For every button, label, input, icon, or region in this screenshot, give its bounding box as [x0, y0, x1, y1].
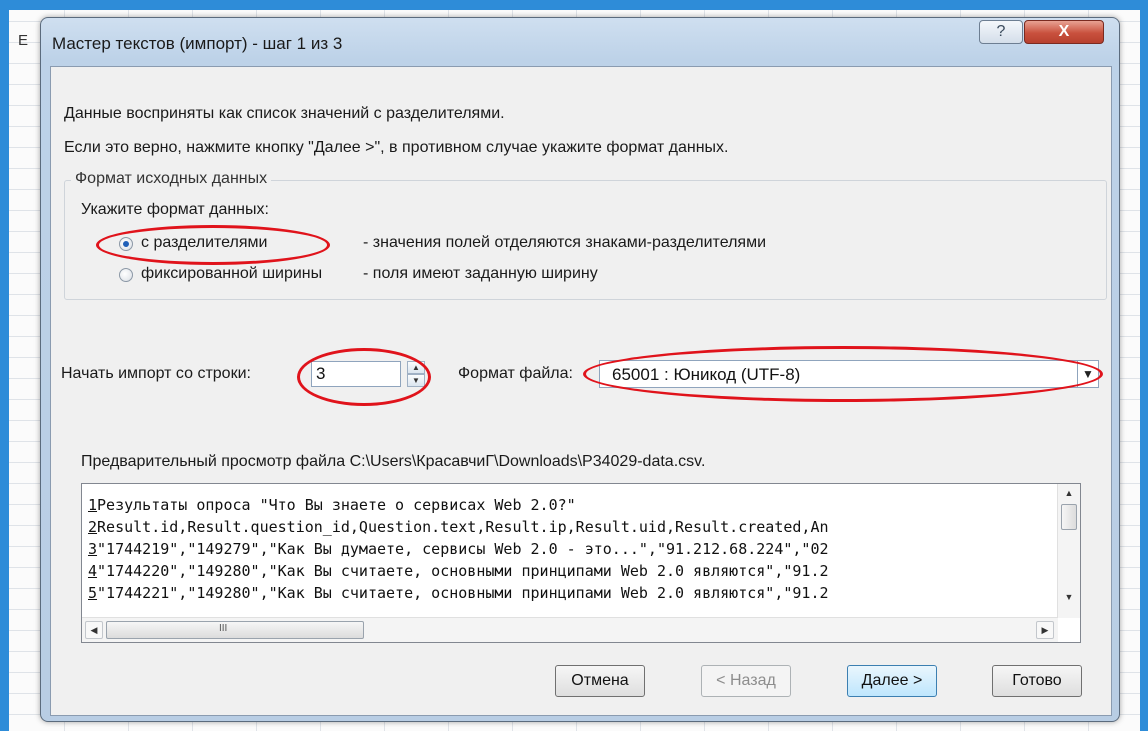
finish-button[interactable]: Готово — [992, 665, 1082, 697]
close-icon: X — [1058, 23, 1070, 40]
intro-line-2: Если это верно, нажмите кнопку "Далее >"… — [64, 139, 729, 156]
help-icon: ? — [996, 23, 1006, 40]
text-import-wizard-dialog: Мастер текстов (импорт) - шаг 1 из 3 ? X… — [40, 17, 1120, 722]
cancel-button[interactable]: Отмена — [555, 665, 645, 697]
title-bar[interactable]: Мастер текстов (импорт) - шаг 1 из 3 ? X — [41, 18, 1119, 66]
preview-line: 1Результаты опроса "Что Вы знаете о серв… — [88, 494, 1056, 516]
start-row-label: Начать импорт со строки: — [61, 365, 251, 382]
preview-line: 2Result.id,Result.question_id,Question.t… — [88, 516, 1056, 538]
scroll-grip-icon: III — [219, 623, 228, 634]
annotation-ellipse-delimited — [96, 225, 330, 265]
group-legend: Формат исходных данных — [71, 170, 272, 188]
preview-line: 5"1744221","149280","Как Вы считаете, ос… — [88, 582, 1056, 604]
line-text: Result.id,Result.question_id,Question.te… — [97, 518, 829, 536]
line-text: "1744221","149280","Как Вы считаете, осн… — [97, 584, 829, 602]
line-number: 2 — [88, 518, 98, 536]
file-preview[interactable]: 1Результаты опроса "Что Вы знаете о серв… — [81, 483, 1081, 643]
scroll-left-icon[interactable]: ◀ — [85, 621, 103, 639]
close-button[interactable]: X — [1024, 20, 1104, 44]
help-button[interactable]: ? — [979, 20, 1023, 44]
dialog-client-area: Данные восприняты как список значений с … — [50, 66, 1112, 716]
vertical-scrollbar[interactable]: ▲ ▼ — [1057, 484, 1080, 618]
horizontal-scroll-thumb[interactable]: III — [106, 621, 364, 639]
preview-label: Предварительный просмотр файла C:\Users\… — [81, 453, 706, 470]
line-number: 4 — [88, 562, 98, 580]
line-number: 5 — [88, 584, 98, 602]
preview-line: 3"1744219","149279","Как Вы думаете, сер… — [88, 538, 1056, 560]
format-prompt: Укажите формат данных: — [81, 201, 269, 218]
preview-content: 1Результаты опроса "Что Вы знаете о серв… — [88, 494, 1056, 614]
back-button[interactable]: < Назад — [701, 665, 791, 697]
radio-delimited-description: - значения полей отделяются знаками-разд… — [363, 234, 767, 251]
next-button[interactable]: Далее > — [847, 665, 937, 697]
line-number: 1 — [88, 496, 98, 514]
line-text: "1744219","149279","Как Вы думаете, серв… — [97, 540, 829, 558]
line-text: "1744220","149280","Как Вы считаете, осн… — [97, 562, 829, 580]
line-number: 3 — [88, 540, 98, 558]
scroll-right-icon[interactable]: ▶ — [1036, 621, 1054, 639]
dialog-title: Мастер текстов (импорт) - шаг 1 из 3 — [52, 34, 343, 53]
scroll-up-icon[interactable]: ▲ — [1058, 484, 1080, 502]
horizontal-scrollbar[interactable]: ◀ III ▶ — [82, 617, 1058, 642]
scroll-down-icon[interactable]: ▼ — [1058, 588, 1080, 606]
radio-fixed-width-description: - поля имеют заданную ширину — [363, 265, 598, 282]
annotation-ellipse-file-format — [583, 346, 1103, 402]
excel-column-label: E — [18, 32, 29, 49]
annotation-ellipse-start-row — [297, 348, 431, 406]
line-text: Результаты опроса "Что Вы знаете о серви… — [97, 496, 576, 514]
radio-fixed-width-label[interactable]: фиксированной ширины — [141, 265, 322, 283]
preview-line: 4"1744220","149280","Как Вы считаете, ос… — [88, 560, 1056, 582]
intro-line-1: Данные восприняты как список значений с … — [64, 105, 505, 122]
vertical-scroll-thumb[interactable] — [1061, 504, 1077, 530]
file-format-label: Формат файла: — [458, 365, 573, 382]
radio-fixed-width[interactable] — [119, 268, 133, 282]
